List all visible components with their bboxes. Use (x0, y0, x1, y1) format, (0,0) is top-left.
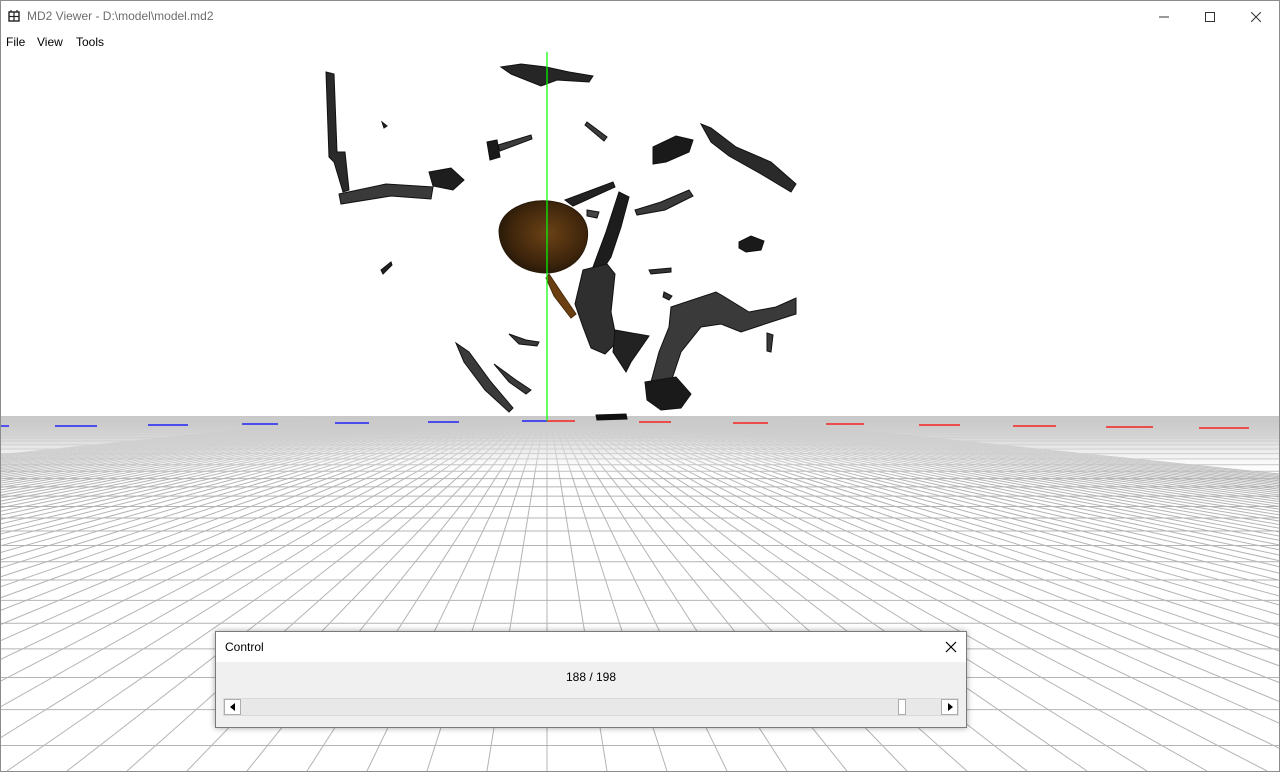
control-close-button[interactable] (936, 632, 966, 662)
close-window-button[interactable] (1233, 1, 1279, 32)
scroll-right-button[interactable] (941, 699, 958, 715)
app-window: MD2 Viewer - D:\model\model.md2 File Vie… (0, 0, 1280, 772)
triangle-right-icon (947, 703, 953, 711)
window-title: MD2 Viewer - D:\model\model.md2 (27, 9, 214, 23)
maximize-button[interactable] (1187, 1, 1233, 32)
control-panel: Control 188 / 198 (215, 631, 967, 728)
title-bar[interactable]: MD2 Viewer - D:\model\model.md2 (1, 1, 1279, 32)
close-icon (1251, 11, 1261, 22)
frame-slider-thumb[interactable] (898, 699, 906, 715)
minimize-icon (1159, 16, 1169, 17)
maximize-icon (1205, 11, 1215, 22)
menu-view[interactable]: View (37, 35, 63, 49)
triangle-left-icon (229, 703, 235, 711)
menu-bar: File View Tools (1, 32, 1279, 52)
menu-tools[interactable]: Tools (76, 35, 104, 49)
frame-counter: 188 / 198 (565, 670, 617, 684)
frame-slider[interactable] (223, 698, 959, 716)
grid-app-icon (8, 10, 20, 22)
minimize-button[interactable] (1141, 1, 1187, 32)
control-title-bar[interactable]: Control (216, 632, 966, 662)
menu-file[interactable]: File (6, 35, 25, 49)
scroll-left-button[interactable] (224, 699, 241, 715)
horizon-haze (1, 416, 1279, 596)
md2-model (325, 63, 797, 421)
close-icon (945, 641, 957, 653)
control-title: Control (225, 640, 264, 654)
